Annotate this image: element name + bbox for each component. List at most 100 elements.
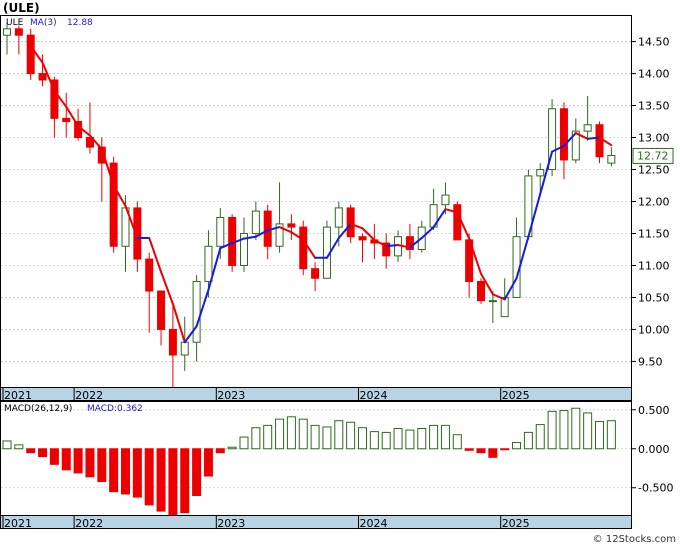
- macd-bar-negative: [156, 448, 166, 512]
- macd-bar-positive: [512, 442, 522, 450]
- x-axis-label: 2021: [4, 389, 32, 402]
- macd-bar-positive: [275, 418, 285, 450]
- ma-segment: [586, 136, 601, 140]
- candle-down: [311, 268, 320, 279]
- macd-bar-positive: [417, 427, 427, 450]
- macd-bar-negative: [97, 448, 107, 482]
- x-axis-label: 2022: [75, 517, 103, 530]
- macd-bar-positive: [559, 410, 569, 450]
- price-tick-label: 10.00: [638, 323, 670, 336]
- candle-up: [216, 216, 225, 247]
- x-axis-label: 2025: [502, 517, 530, 530]
- price-tick-label: 10.50: [638, 291, 670, 304]
- macd-tick-label: 0.500: [638, 404, 670, 417]
- macd-bar-positive: [452, 434, 462, 450]
- macd-bar-positive: [369, 431, 379, 450]
- macd-bar-positive: [523, 431, 533, 450]
- candle-down: [26, 34, 35, 75]
- candle-up: [192, 280, 201, 343]
- candle-up: [3, 28, 11, 36]
- macd-tick-label: -0.500: [638, 482, 673, 495]
- macd-bar-positive: [346, 421, 356, 450]
- macd-tick-label: 0.000: [638, 443, 670, 456]
- candle-down: [453, 204, 462, 241]
- x-axis-label: 2022: [75, 389, 103, 402]
- macd-bar-negative: [180, 448, 190, 514]
- macd-bar-positive: [239, 436, 249, 450]
- x-axis-label: 2024: [360, 389, 388, 402]
- price-tick-label: 11.00: [638, 259, 670, 272]
- candle-down: [38, 73, 47, 81]
- macd-bar-positive: [440, 424, 450, 450]
- macd-bar-negative: [192, 448, 202, 497]
- macd-bar-negative: [49, 448, 59, 465]
- macd-bar-positive: [606, 420, 616, 450]
- macd-legend-label: MACD(26,12,9): [4, 404, 72, 414]
- x-axis-label: 2021: [4, 517, 32, 530]
- candle-up: [204, 245, 213, 282]
- macd-bar-negative: [61, 448, 71, 471]
- macd-bar-negative: [73, 448, 83, 474]
- macd-bar-negative: [38, 448, 48, 458]
- candle-up: [536, 169, 545, 177]
- macd-legend-value: MACD:0.362: [87, 404, 143, 414]
- macd-bar-negative: [121, 448, 130, 495]
- macd-bar-negative: [144, 448, 154, 506]
- macd-bar-positive: [14, 444, 24, 450]
- candle-up: [251, 210, 260, 234]
- price-tick-label: 12.00: [638, 196, 670, 209]
- macd-bar-negative: [488, 448, 498, 458]
- chart-root: (ULE) 14.50 14.00 13.50 13.00 12.50 12.00 11.5…: [0, 0, 680, 546]
- macd-bar-negative: [500, 448, 510, 451]
- price-tick-label: 14.50: [638, 36, 670, 49]
- candle-down: [168, 328, 177, 356]
- macd-bar-positive: [263, 424, 273, 450]
- price-tick-label: 11.50: [638, 227, 670, 240]
- macd-bar-negative: [168, 448, 178, 516]
- candle-up: [583, 124, 592, 132]
- macd-bar-positive: [322, 426, 332, 450]
- macd-bar-positive: [286, 416, 296, 450]
- candle-down: [299, 226, 308, 270]
- candle-up: [334, 207, 343, 228]
- footer-credit: © 12Stocks.com: [593, 534, 676, 545]
- macd-bar-positive: [405, 429, 415, 450]
- candle-down: [346, 207, 355, 238]
- price-tick-label: 12.50: [638, 164, 670, 177]
- candle-down: [145, 258, 154, 292]
- macd-bar-negative: [476, 448, 486, 454]
- x-axis-label: 2025: [502, 389, 530, 402]
- candle-down: [14, 28, 23, 36]
- macd-bar-negative: [109, 448, 119, 493]
- macd-bar-positive: [381, 431, 391, 450]
- x-axis-label: 2023: [217, 517, 245, 530]
- ma-segment: [385, 243, 400, 248]
- macd-bar-positive: [535, 424, 545, 450]
- price-tick-label: 13.00: [638, 132, 670, 145]
- x-axis-label: 2023: [217, 389, 245, 402]
- legend-ma-label: MA(3): [30, 18, 57, 28]
- price-tick-label: 9.50: [638, 355, 663, 368]
- candle-down: [595, 124, 604, 158]
- last-price-marker: 12.72: [632, 147, 674, 164]
- macd-bar-positive: [334, 420, 344, 450]
- candle-down: [477, 280, 485, 302]
- x-axis-label: 2024: [360, 517, 388, 530]
- candle-up: [441, 194, 450, 206]
- macd-bar-positive: [571, 407, 581, 450]
- price-tick-label: 13.50: [638, 100, 670, 113]
- macd-bar-positive: [358, 427, 367, 450]
- price-tick-label: 14.00: [638, 68, 670, 81]
- candle-down: [62, 117, 71, 123]
- macd-bar-positive: [429, 424, 439, 450]
- macd-bar-negative: [215, 448, 225, 454]
- macd-bar-positive: [227, 446, 237, 450]
- macd-bar-positive: [583, 412, 593, 450]
- macd-bar-negative: [26, 448, 36, 454]
- chart-title: (ULE): [3, 1, 40, 15]
- candle-up: [488, 300, 497, 303]
- macd-bar-positive: [251, 427, 261, 450]
- macd-bar-positive: [298, 418, 308, 450]
- macd-bar-negative: [464, 448, 474, 451]
- macd-bar-negative: [132, 448, 142, 498]
